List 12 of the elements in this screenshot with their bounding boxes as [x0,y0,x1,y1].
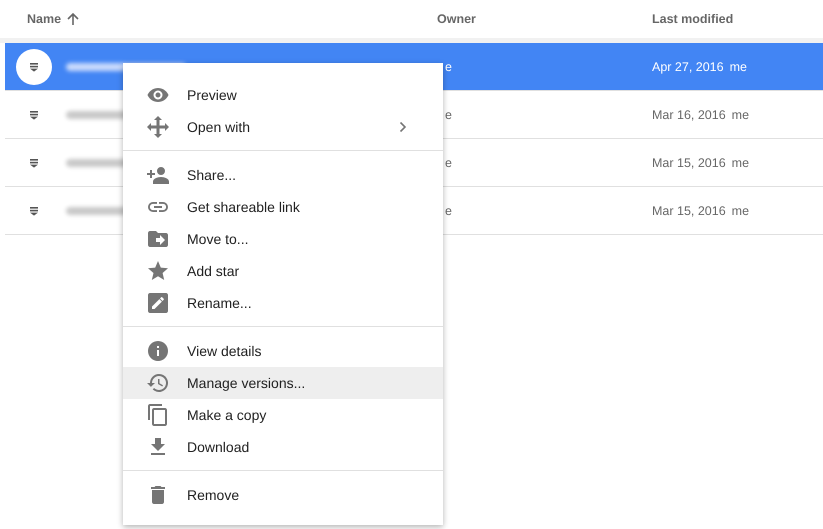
owner-text: e [445,156,452,170]
modified-date: Mar 16, 2016 [652,108,726,122]
modified-by: me [732,156,750,170]
modified-by: me [732,108,750,122]
owner-text: e [445,60,452,74]
modified-date: Mar 15, 2016 [652,156,726,170]
modified-date: Apr 27, 2016 [652,60,724,74]
owner-text: e [445,204,452,218]
owner-text: e [445,108,452,122]
modified-date: Mar 15, 2016 [652,204,726,218]
modified-by: me [732,204,750,218]
modified-by: me [730,60,747,74]
